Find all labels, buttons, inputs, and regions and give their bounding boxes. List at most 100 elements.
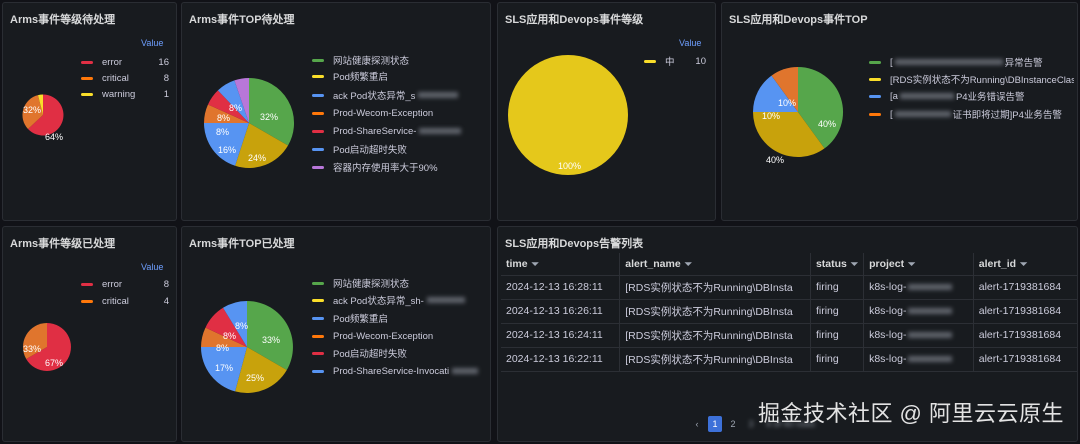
legend-label: Prod-ShareService- xyxy=(333,125,417,137)
pie-label: 33% xyxy=(262,335,280,345)
legend-value-header[interactable]: Value xyxy=(141,38,163,48)
redacted-text xyxy=(426,297,465,303)
panel-arms-level-pending: Arms事件等级待处理 32% 64% Value error 16 criti… xyxy=(2,2,177,221)
pie-label: 10% xyxy=(778,98,796,108)
pie-chart: 40% 40% 10% 10% xyxy=(753,66,844,165)
pie-chart: 32% 24% 16% 8% 8% 8% xyxy=(204,77,295,169)
cell-alert-name: [RDS实例状态不为Running\DBInsta xyxy=(619,347,811,372)
legend-value-header[interactable]: Value xyxy=(679,38,701,48)
legend-item-error[interactable]: error 16 xyxy=(81,54,169,70)
filter-icon[interactable]: ⏷ xyxy=(1020,259,1027,270)
panel-title[interactable]: SLS应用和Devops事件等级 xyxy=(505,11,643,27)
column-header-time[interactable]: time ⏷ xyxy=(501,253,621,276)
legend-swatch xyxy=(312,93,324,97)
legend-item-critical[interactable]: critical 8 xyxy=(81,70,169,86)
legend-swatch xyxy=(312,351,324,355)
cell-project: k8s-log- xyxy=(863,275,974,300)
filter-icon[interactable]: ⏷ xyxy=(532,259,539,270)
legend-label: [ xyxy=(890,56,893,68)
legend-item[interactable]: [RDS实例状态不为Running\DBInstanceClass xyxy=(869,71,1074,87)
legend-item[interactable]: 容器内存使用率大于90% xyxy=(312,159,487,175)
panel-title[interactable]: Arms事件等级待处理 xyxy=(10,11,115,27)
legend-item[interactable]: [ 证书即将过期]P4业务告警 xyxy=(869,106,1074,122)
legend-item[interactable]: Prod-ShareService-Invocati xyxy=(312,363,487,379)
cell-time: 2024-12-13 16:28:11 xyxy=(501,275,621,300)
column-header-alert-name[interactable]: alert_name ⏷ xyxy=(619,253,811,276)
panel-title[interactable]: Arms事件等级已处理 xyxy=(10,235,115,251)
redacted-text xyxy=(894,111,951,117)
cell-project-text: k8s-log- xyxy=(869,353,907,365)
legend-item[interactable]: Prod-Wecom-Exception xyxy=(312,328,487,344)
legend-item[interactable]: Pod频繁重启 xyxy=(312,68,487,84)
legend-swatch xyxy=(81,282,93,286)
table-row[interactable]: 2024-12-13 16:26:11 [RDS实例状态不为Running\DB… xyxy=(501,299,1077,324)
pagination-page-2[interactable]: 2 xyxy=(726,416,740,432)
panel-title[interactable]: Arms事件TOP待处理 xyxy=(189,11,295,27)
redacted-text xyxy=(908,308,953,314)
cell-time: 2024-12-13 16:24:11 xyxy=(501,323,621,348)
pie-label: 100% xyxy=(558,161,581,171)
pie-chart: 100% xyxy=(508,55,628,175)
legend-swatch xyxy=(312,369,324,373)
watermark-text: 掘金技术社区 @ 阿里云云原生 xyxy=(757,401,1064,426)
legend-value: 8 xyxy=(163,72,169,84)
pie-slice[interactable] xyxy=(508,55,628,175)
legend-item[interactable]: 网站健康探测状态 xyxy=(312,52,487,68)
legend-item[interactable]: 中 10 xyxy=(644,53,706,69)
panel-title[interactable]: SLS应用和Devops事件TOP xyxy=(729,11,868,27)
pagination-page-1[interactable]: 1 xyxy=(708,416,722,432)
legend-item-error[interactable]: error 8 xyxy=(81,276,169,292)
table-row[interactable]: 2024-12-13 16:24:11 [RDS实例状态不为Running\DB… xyxy=(501,323,1077,348)
legend-label: error xyxy=(102,56,123,68)
pie-label: 8% xyxy=(235,321,248,331)
legend-value-header[interactable]: Value xyxy=(141,262,163,272)
filter-icon[interactable]: ⏷ xyxy=(685,259,692,270)
legend-item[interactable]: ack Pod状态异常_s xyxy=(312,87,487,103)
legend-swatch xyxy=(81,60,93,64)
column-header-alert-id[interactable]: alert_id ⏷ xyxy=(973,253,1077,276)
table-row[interactable]: 2024-12-13 16:28:11 [RDS实例状态不为Running\DB… xyxy=(501,275,1077,300)
legend-item[interactable]: Prod-Wecom-Exception xyxy=(312,105,487,121)
legend-item[interactable]: ack Pod状态异常_sh- xyxy=(312,292,487,308)
pagination-prev-button[interactable]: ‹ xyxy=(690,416,704,432)
panel-title[interactable]: SLS应用和Devops告警列表 xyxy=(505,235,643,251)
cell-status: firing xyxy=(810,299,865,324)
legend-item-critical[interactable]: critical 4 xyxy=(81,293,169,309)
legend-swatch xyxy=(312,316,324,320)
filter-icon[interactable]: ⏷ xyxy=(908,259,915,270)
legend-item[interactable]: 网站健康探测状态 xyxy=(312,275,487,291)
cell-project-text: k8s-log- xyxy=(869,281,907,293)
cell-project: k8s-log- xyxy=(863,299,974,324)
table-row[interactable]: 2024-12-13 16:22:11 [RDS实例状态不为Running\DB… xyxy=(501,347,1077,372)
legend-label: Pod启动超时失败 xyxy=(333,145,407,156)
pie-chart: 33% 67% xyxy=(22,323,71,371)
legend-swatch xyxy=(81,92,93,96)
legend-swatch xyxy=(81,76,93,80)
legend-item[interactable]: Prod-ShareService- xyxy=(312,123,487,139)
legend-item[interactable]: [ 异常告警 xyxy=(869,54,1074,70)
pagination-page-3[interactable]: 3 xyxy=(744,416,758,432)
pie-label: 10% xyxy=(762,111,780,121)
legend-item[interactable]: Pod启动超时失败 xyxy=(312,345,487,361)
pie-chart: 32% 64% xyxy=(22,94,64,142)
legend-label: critical xyxy=(102,295,129,307)
legend-label: Prod-ShareService-Invocati xyxy=(333,365,450,377)
legend-label: Pod频繁重启 xyxy=(333,314,388,325)
legend-item[interactable]: [a P4业务错误告警 xyxy=(869,88,1074,104)
cell-project-text: k8s-log- xyxy=(869,305,907,317)
legend-item-warning[interactable]: warning 1 xyxy=(81,86,169,102)
column-header-status[interactable]: status ⏷ xyxy=(810,253,865,276)
cell-alert-name: [RDS实例状态不为Running\DBInsta xyxy=(619,323,811,348)
cell-alert-id: alert-1719381684 xyxy=(973,323,1077,348)
panel-title[interactable]: Arms事件TOP已处理 xyxy=(189,235,295,251)
legend-item[interactable]: Pod启动超时失败 xyxy=(312,141,487,157)
legend-item[interactable]: Pod频繁重启 xyxy=(312,310,487,326)
column-header-project[interactable]: project ⏷ xyxy=(863,253,974,276)
pie-label: 32% xyxy=(23,105,41,115)
legend-label: 网站健康探测状态 xyxy=(333,279,410,290)
cell-alert-id: alert-1719381684 xyxy=(973,275,1077,300)
redacted-text xyxy=(894,59,1003,65)
panel-arms-top-pending: Arms事件TOP待处理 32% 24% 16% 8% 8% 8% 网站健康探测… xyxy=(181,2,491,221)
filter-icon[interactable]: ⏷ xyxy=(851,259,858,270)
pie-label: 8% xyxy=(229,103,242,113)
